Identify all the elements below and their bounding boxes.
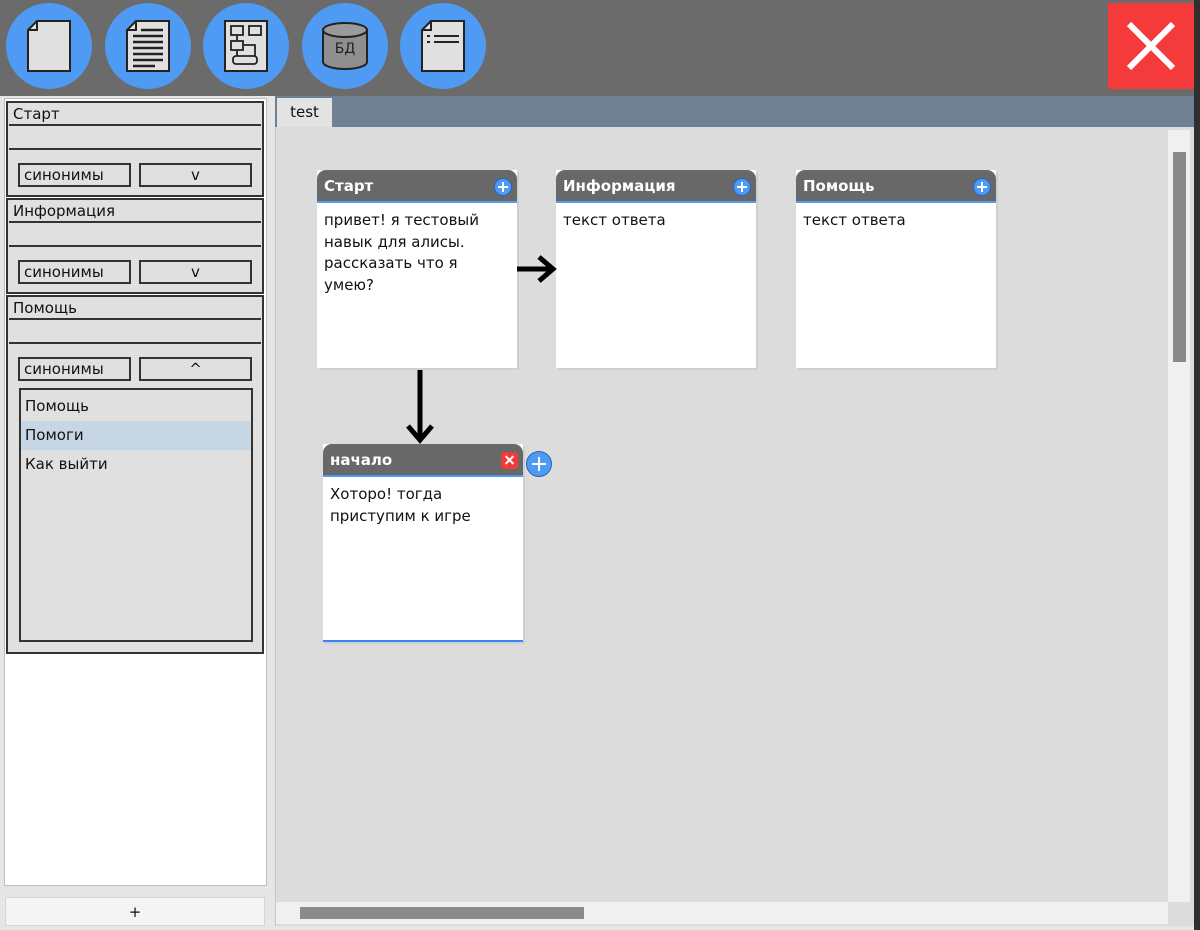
node-info[interactable]: Информация текст ответа: [556, 170, 756, 368]
synonyms-toggle-button[interactable]: v: [139, 260, 252, 284]
add-child-node-icon[interactable]: [526, 451, 552, 477]
intent-name-field[interactable]: Информация: [9, 200, 261, 223]
intents-panel: Старт синонимы v Информация синонимы v П…: [4, 98, 267, 886]
node-add-icon[interactable]: [733, 178, 751, 196]
intent-block-help: Помощь синонимы ^ Помощь Помоги Как выйт…: [6, 295, 264, 654]
intent-value-field[interactable]: [9, 225, 261, 247]
intent-name-field[interactable]: Помощь: [9, 297, 261, 320]
new-file-button[interactable]: [6, 3, 92, 89]
toolbar: БД: [0, 0, 1200, 96]
database-icon: БД: [322, 22, 368, 70]
intent-value-field[interactable]: [9, 322, 261, 344]
node-begin[interactable]: начало Хоторо! тогда приступим к игре: [323, 444, 523, 642]
node-title: Старт: [317, 170, 517, 203]
node-title: начало: [323, 444, 523, 477]
tab-bar: test: [275, 96, 1194, 127]
synonyms-button[interactable]: синонимы: [18, 260, 131, 284]
node-text[interactable]: привет! я тестовый навык для алисы. расс…: [324, 210, 511, 296]
window-edge: [1194, 0, 1200, 930]
node-delete-icon[interactable]: [501, 452, 518, 469]
close-button[interactable]: [1108, 3, 1194, 89]
vertical-scroll-thumb[interactable]: [1173, 152, 1186, 362]
tab-test[interactable]: test: [277, 98, 332, 127]
intent-name-field[interactable]: Старт: [9, 103, 261, 126]
node-add-icon[interactable]: [494, 178, 512, 196]
node-text[interactable]: Хоторо! тогда приступим к игре: [330, 484, 517, 527]
synonyms-toggle-button[interactable]: ^: [139, 357, 252, 381]
node-text[interactable]: текст ответа: [803, 210, 990, 232]
synonyms-list: Помощь Помоги Как выйти: [19, 388, 253, 642]
synonym-item[interactable]: Как выйти: [21, 450, 251, 479]
synonyms-button[interactable]: синонимы: [18, 357, 131, 381]
intent-block-info: Информация синонимы v: [6, 198, 264, 294]
node-bottom-border: [323, 640, 523, 642]
settings-document-icon: [421, 20, 465, 72]
close-icon: [1126, 21, 1176, 71]
document-text-button[interactable]: [105, 3, 191, 89]
add-intent-button[interactable]: +: [5, 897, 265, 926]
settings-document-button[interactable]: [400, 3, 486, 89]
database-label: БД: [335, 41, 356, 57]
document-text-icon: [126, 20, 170, 72]
horizontal-scroll-thumb[interactable]: [300, 907, 584, 919]
flowchart-icon: [224, 20, 268, 72]
node-title: Помощь: [796, 170, 996, 203]
new-file-icon: [27, 20, 71, 72]
node-title: Информация: [556, 170, 756, 203]
intent-value-field[interactable]: [9, 128, 261, 150]
synonyms-button[interactable]: синонимы: [18, 163, 131, 187]
synonym-item[interactable]: Помощь: [21, 392, 251, 421]
database-button[interactable]: БД: [302, 3, 388, 89]
intent-block-start: Старт синонимы v: [6, 101, 264, 197]
node-help[interactable]: Помощь текст ответа: [796, 170, 996, 368]
node-text[interactable]: текст ответа: [563, 210, 750, 232]
node-start[interactable]: Старт привет! я тестовый навык для алисы…: [317, 170, 517, 368]
arrow-down-icon: [406, 370, 434, 444]
flowchart-button[interactable]: [203, 3, 289, 89]
arrow-right-icon: [517, 255, 557, 283]
node-add-icon[interactable]: [973, 178, 991, 196]
synonym-item-selected[interactable]: Помоги: [21, 421, 251, 450]
synonyms-toggle-button[interactable]: v: [139, 163, 252, 187]
